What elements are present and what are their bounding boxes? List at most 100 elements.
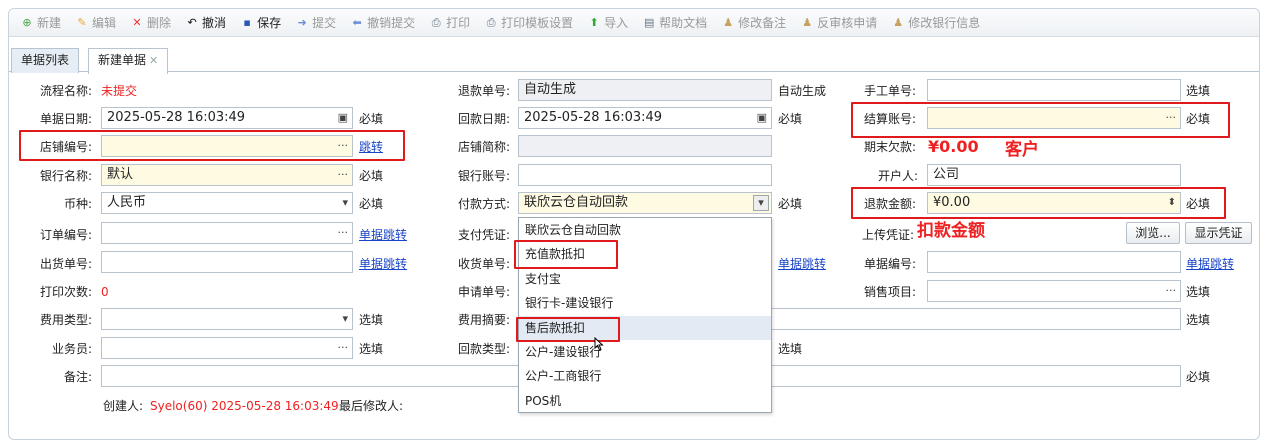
ellipsis-icon[interactable]: ···	[1166, 281, 1177, 301]
ellipsis-icon[interactable]: ···	[338, 338, 349, 358]
dropdown-option[interactable]: 公户-工商银行	[519, 364, 771, 388]
refund-no-hint: 自动生成	[778, 84, 827, 98]
calendar-icon[interactable]: ▣	[757, 108, 767, 128]
toolbar-button-label: 保存	[257, 16, 282, 30]
tab-new-document[interactable]: 新建单据 ✕	[88, 48, 169, 74]
close-tab-icon[interactable]: ✕	[149, 54, 158, 67]
ellipsis-icon[interactable]: ···	[338, 165, 349, 185]
toolbar-button-label: 修改银行信息	[908, 16, 981, 30]
doc-no-label: 单据编号:	[864, 257, 917, 271]
ellipsis-icon[interactable]: ···	[338, 223, 349, 243]
toolbar-button-1[interactable]: ✎ 编辑	[70, 12, 121, 34]
fee-type-label: 费用类型:	[39, 313, 92, 327]
toolbar-button-2[interactable]: ✕ 删除	[125, 12, 176, 34]
ship-no-label: 出货单号:	[39, 257, 92, 271]
toolbar-button-0[interactable]: ⊕ 新建	[15, 12, 66, 34]
ending-debt-label: 期末欠款:	[864, 140, 917, 154]
receipt-no-jump-link[interactable]: 单据跳转	[778, 257, 826, 271]
creator-value: Syelo(60) 2025-05-28 16:03:49	[150, 399, 339, 413]
doc-date-value: 2025-05-28 16:03:49	[107, 110, 246, 125]
recharge-deduct-highlight	[514, 240, 618, 269]
dropdown-option[interactable]: POS机	[519, 389, 771, 413]
salesman-field[interactable]: ···	[101, 337, 353, 359]
dropdown-option[interactable]: 公户-建设银行	[519, 340, 771, 364]
x-icon: ✕	[132, 15, 142, 29]
toolbar-button-label: 编辑	[92, 16, 117, 30]
toolbar-button-3[interactable]: ↶ 撤消	[180, 12, 231, 34]
receipt-no-label: 收货单号:	[457, 257, 510, 271]
dropdown-option[interactable]: 银行卡-建设银行	[519, 291, 771, 315]
pay-voucher-label: 支付凭证:	[457, 228, 510, 242]
receive-date-hint: 必填	[778, 112, 803, 126]
toolbar-button-label: 撤销提交	[367, 16, 416, 30]
fee-summary-hint: 选填	[1186, 313, 1211, 327]
browse-button[interactable]: 浏览...	[1126, 222, 1180, 244]
pencil-icon: ✎	[77, 15, 87, 29]
chevron-down-icon[interactable]: ▾	[753, 195, 769, 211]
toolbar-button-8[interactable]: ⎙ 打印模板设置	[479, 12, 578, 34]
dropdown-option[interactable]: 支付宝	[519, 267, 771, 291]
toolbar-button-9[interactable]: ⬆ 导入	[582, 12, 633, 34]
fee-type-hint: 选填	[359, 313, 384, 327]
toolbar-button-13[interactable]: ♟ 修改银行信息	[886, 12, 985, 34]
fee-summary-label: 费用摘要:	[457, 313, 510, 327]
toolbar-button-10[interactable]: ▤ 帮助文档	[637, 12, 712, 34]
ending-debt-value: ¥0.00	[928, 137, 979, 156]
creator-label: 创建人:	[103, 399, 144, 413]
receive-type-hint: 选填	[778, 342, 803, 356]
refund-no-value: 自动生成	[524, 82, 577, 97]
upload-voucher-label: 上传凭证:	[862, 228, 915, 242]
tab-document-list-label: 单据列表	[21, 53, 70, 67]
doc-no-field[interactable]	[927, 251, 1181, 273]
pay-method-label: 付款方式:	[457, 197, 510, 211]
print-count-value: 0	[101, 285, 109, 299]
user-icon: ♟	[893, 15, 904, 29]
order-no-field[interactable]: ···	[101, 222, 353, 244]
pay-method-value: 联欣云仓自动回款	[524, 195, 629, 210]
toolbar-button-12[interactable]: ♟ 反审核申请	[795, 12, 882, 34]
dropdown-option[interactable]: 联欣云仓自动回款	[519, 218, 771, 242]
doc-date-field[interactable]: 2025-05-28 16:03:49 ▣	[101, 107, 353, 129]
toolbar-button-4[interactable]: ▪ 保存	[235, 12, 286, 34]
doc-no-jump-link[interactable]: 单据跳转	[1186, 257, 1234, 271]
remark-label: 备注:	[63, 370, 92, 384]
pay-method-hint: 必填	[778, 197, 803, 211]
order-no-label: 订单编号:	[39, 228, 92, 242]
receive-date-value: 2025-05-28 16:03:49	[524, 110, 663, 125]
ship-no-jump-link[interactable]: 单据跳转	[359, 257, 407, 271]
doc-date-label: 单据日期:	[39, 112, 92, 126]
toolbar-button-label: 打印模板设置	[501, 16, 574, 30]
toolbar-button-7[interactable]: ⎙ 打印	[424, 12, 475, 34]
flow-name-label: 流程名称:	[39, 84, 92, 98]
sales-item-field[interactable]: ···	[927, 280, 1181, 302]
mouse-cursor-icon	[594, 337, 604, 351]
tab-new-document-label: 新建单据	[98, 53, 147, 67]
store-code-highlight	[19, 130, 405, 161]
currency-select[interactable]: 人民币 ▾	[101, 192, 353, 214]
bank-account-field[interactable]	[518, 164, 772, 186]
receive-date-label: 回款日期:	[457, 112, 510, 126]
order-no-jump-link[interactable]: 单据跳转	[359, 228, 407, 242]
sales-item-hint: 选填	[1186, 285, 1211, 299]
toolbar-button-label: 修改备注	[738, 16, 787, 30]
toolbar-button-11[interactable]: ♟ 修改备注	[716, 12, 791, 34]
fee-summary-field[interactable]	[700, 308, 1181, 330]
toolbar-button-5[interactable]: ➜ 提交	[290, 12, 341, 34]
tab-document-list[interactable]: 单据列表	[11, 48, 80, 73]
ship-no-field[interactable]	[101, 251, 353, 273]
toolbar-button-6[interactable]: ⬅ 撤销提交	[345, 12, 420, 34]
bank-name-value: 默认	[107, 167, 134, 182]
receive-date-field[interactable]: 2025-05-28 16:03:49 ▣	[518, 107, 772, 129]
settle-account-highlight	[851, 102, 1230, 138]
calendar-icon[interactable]: ▣	[338, 108, 348, 128]
account-holder-field[interactable]: 公司	[927, 164, 1181, 186]
account-holder-value: 公司	[933, 167, 960, 182]
chevron-down-icon[interactable]: ▾	[342, 309, 348, 329]
bank-name-field[interactable]: 默认 ···	[101, 164, 353, 186]
chevron-down-icon[interactable]: ▾	[342, 193, 348, 213]
fee-type-select[interactable]: ▾	[101, 308, 353, 330]
show-voucher-button[interactable]: 显示凭证	[1185, 222, 1252, 244]
pay-method-select[interactable]: 联欣云仓自动回款 ▾	[518, 192, 772, 214]
aftersale-deduct-highlight	[516, 317, 620, 342]
manual-no-field[interactable]	[927, 79, 1181, 101]
